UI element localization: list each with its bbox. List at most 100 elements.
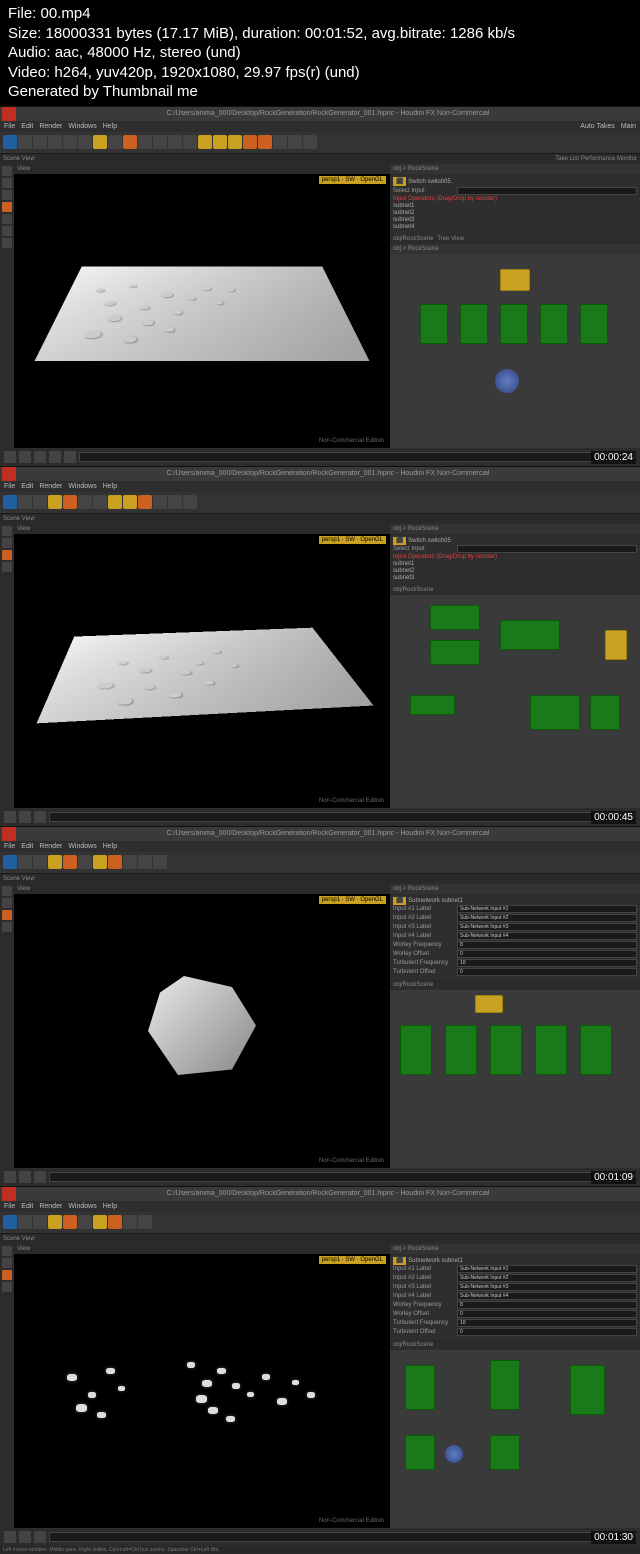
node-name: Subnetwork subnet1 — [408, 898, 463, 904]
tool-icon[interactable] — [2, 226, 12, 236]
play-icon[interactable] — [34, 451, 46, 463]
input-op[interactable]: subnet4 — [393, 224, 414, 230]
tool-icon[interactable] — [2, 166, 12, 176]
close-icon[interactable] — [2, 827, 16, 841]
shelf-icon[interactable] — [303, 135, 317, 149]
shelf-icon[interactable] — [243, 135, 257, 149]
viewport-badge: persp1 · SW · OpenGL — [319, 176, 386, 184]
timestamp: 00:00:24 — [591, 451, 636, 464]
shelf-icon[interactable] — [183, 135, 197, 149]
metadata-header: File: 00.mp4 Size: 18000331 bytes (17.17… — [0, 0, 640, 106]
video-line: Video: h264, yuv420p, 1920x1080, 29.97 f… — [8, 63, 632, 83]
tool-icon[interactable] — [2, 238, 12, 248]
shelf-icon[interactable] — [138, 135, 152, 149]
right-panel: obj > RockScene ⬛ Switch switch05 Select… — [390, 164, 640, 448]
rock-scatter — [52, 1326, 352, 1446]
thumbnail-2: C:/Users/anima_000/Desktop/RockGeneratio… — [0, 466, 640, 826]
viewport[interactable]: View persp1 · SW · OpenGL Non-Commercial… — [14, 164, 390, 448]
shelf-icon[interactable] — [198, 135, 212, 149]
playbar: 240 — [0, 448, 640, 466]
input-op[interactable]: subnet1 — [393, 203, 414, 209]
play-first-icon[interactable] — [4, 451, 16, 463]
ng-tab[interactable]: Tree View — [437, 236, 464, 242]
view-label: View — [17, 166, 30, 172]
input-op[interactable]: subnet3 — [393, 217, 414, 223]
shelf-icon[interactable] — [63, 135, 77, 149]
close-icon[interactable] — [2, 107, 16, 121]
shelf-bar — [0, 132, 640, 154]
close-icon[interactable] — [2, 1187, 16, 1201]
param-field[interactable] — [457, 187, 637, 195]
node-subnet[interactable] — [540, 304, 568, 344]
node-subnet[interactable] — [580, 304, 608, 344]
shelf-icon[interactable] — [93, 135, 107, 149]
menu-bar: File Edit Render Windows Help Auto Takes… — [0, 121, 640, 132]
thumbnail-4: C:/Users/anima_000/Desktop/RockGeneratio… — [0, 1186, 640, 1546]
viewport[interactable]: View persp1 · SW · OpenGL Non-Commercial… — [14, 1244, 390, 1528]
shelf-icon[interactable] — [213, 135, 227, 149]
network-tabs: obj/RockScene Tree View — [390, 234, 640, 244]
rp-breadcrumb[interactable]: obj > RockScene — [393, 166, 439, 172]
play-next-icon[interactable] — [49, 451, 61, 463]
generated-line: Generated by Thumbnail me — [8, 82, 632, 102]
timeline-slider[interactable] — [79, 452, 623, 462]
pane-tabs: Scene View Take List Performance Monitor — [0, 154, 640, 164]
title-path: C:/Users/anima_000/Desktop/RockGeneratio… — [16, 110, 640, 117]
menu-main[interactable]: Main — [621, 123, 636, 130]
node-name: Switch switch05 — [408, 179, 451, 185]
ng-tab[interactable]: obj/RockScene — [393, 236, 433, 242]
viewport-toolbar — [0, 164, 14, 448]
menu-file[interactable]: File — [4, 123, 15, 130]
shelf-icon[interactable] — [108, 135, 122, 149]
tab-perf-mon[interactable]: Performance Monitor — [581, 156, 637, 162]
audio-line: Audio: aac, 48000 Hz, stereo (und) — [8, 43, 632, 63]
watermark: Non-Commercial Edition — [319, 438, 384, 444]
menu-render[interactable]: Render — [39, 123, 62, 130]
tool-icon[interactable] — [2, 202, 12, 212]
window-titlebar: C:/Users/anima_000/Desktop/RockGeneratio… — [0, 107, 640, 121]
viewport[interactable]: View persp1 · SW · OpenGL Non-Commercial… — [14, 884, 390, 1168]
thumbnail-1: C:/Users/anima_000/Desktop/RockGeneratio… — [0, 106, 640, 466]
tool-icon[interactable] — [2, 178, 12, 188]
ng-breadcrumb[interactable]: obj > RockScene — [393, 246, 439, 252]
shelf-icon[interactable] — [228, 135, 242, 149]
shelf-icon[interactable] — [33, 135, 47, 149]
shelf-icon[interactable] — [123, 135, 137, 149]
tab-scene-view[interactable]: Scene View — [3, 156, 35, 162]
shelf-icon[interactable] — [18, 135, 32, 149]
menu-help[interactable]: Help — [103, 123, 117, 130]
rock-mesh — [142, 971, 262, 1081]
shelf-icon[interactable] — [48, 135, 62, 149]
node-type-badge: ⬛ — [393, 177, 406, 186]
tool-icon[interactable] — [2, 190, 12, 200]
node-subnet[interactable] — [500, 304, 528, 344]
menu-edit[interactable]: Edit — [21, 123, 33, 130]
menu-windows[interactable]: Windows — [68, 123, 96, 130]
node-switch[interactable] — [500, 269, 530, 291]
shelf-icon[interactable] — [153, 135, 167, 149]
input-op[interactable]: subnet2 — [393, 210, 414, 216]
tab-take-list[interactable]: Take List — [555, 156, 579, 162]
tool-icon[interactable] — [2, 214, 12, 224]
shelf-icon[interactable] — [168, 135, 182, 149]
file-line: File: 00.mp4 — [8, 4, 632, 24]
network-editor[interactable] — [390, 595, 640, 808]
network-editor[interactable] — [390, 990, 640, 1168]
shelf-icon[interactable] — [273, 135, 287, 149]
viewport[interactable]: View persp1 · SW · OpenGL Non-Commercial… — [14, 524, 390, 808]
close-icon[interactable] — [2, 467, 16, 481]
network-editor[interactable] — [390, 1350, 640, 1528]
shelf-icon[interactable] — [78, 135, 92, 149]
network-editor[interactable] — [390, 254, 640, 448]
node-subnet[interactable] — [460, 304, 488, 344]
shelf-icon[interactable] — [258, 135, 272, 149]
shelf-icon[interactable] — [3, 135, 17, 149]
play-prev-icon[interactable] — [19, 451, 31, 463]
size-line: Size: 18000331 bytes (17.17 MiB), durati… — [8, 24, 632, 44]
parameter-pane: ⬛ Switch switch05 Select Input Input Ope… — [390, 174, 640, 234]
node-output[interactable] — [495, 369, 519, 393]
play-last-icon[interactable] — [64, 451, 76, 463]
menu-autotakes[interactable]: Auto Takes — [580, 123, 615, 130]
shelf-icon[interactable] — [288, 135, 302, 149]
node-subnet[interactable] — [420, 304, 448, 344]
